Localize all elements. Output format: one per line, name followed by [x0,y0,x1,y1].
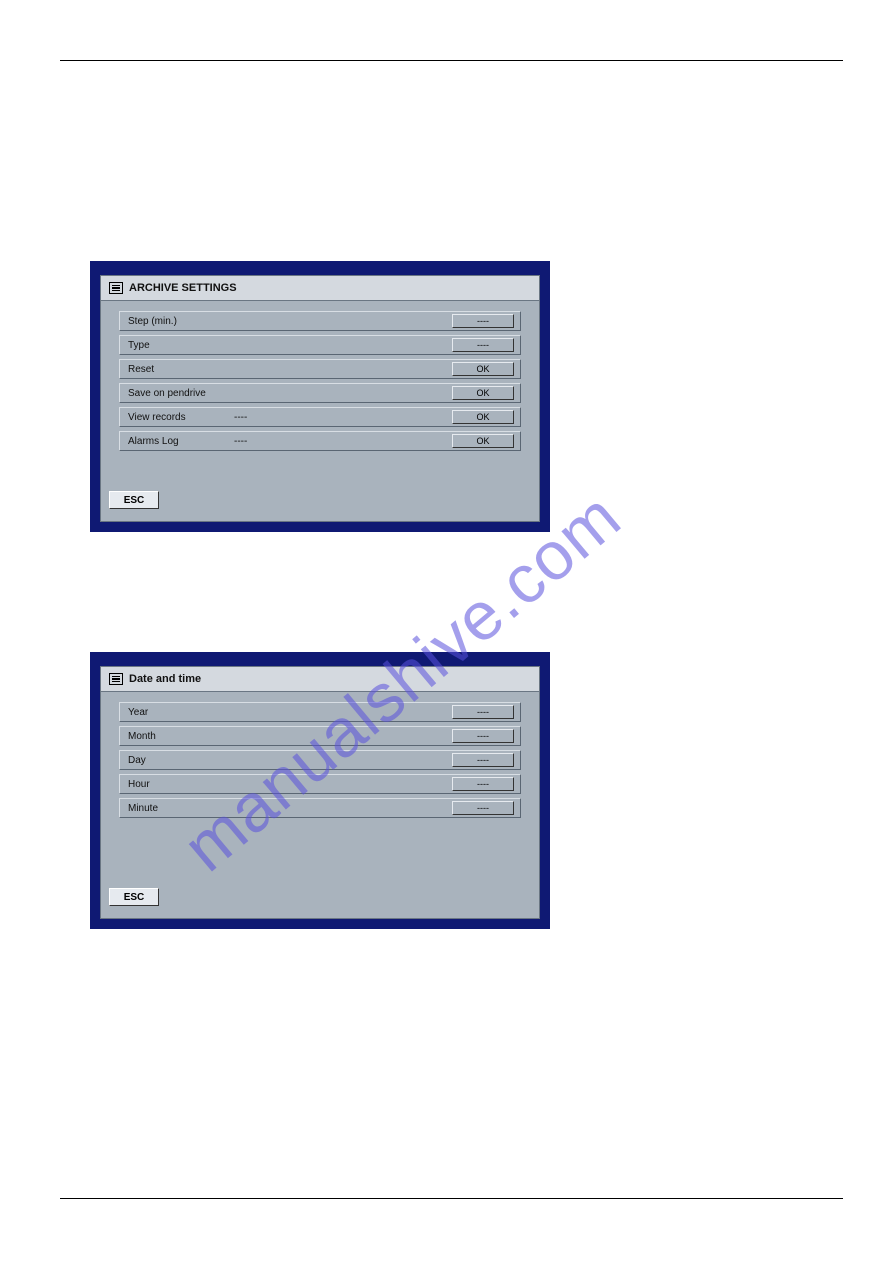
row-day: Day ---- [119,750,521,770]
row-label: Hour [128,779,228,790]
row-label: Step (min.) [128,316,228,327]
day-value-button[interactable]: ---- [452,753,514,767]
row-label: View records [128,412,228,423]
top-divider [60,60,843,61]
alarms-log-ok-button[interactable]: OK [452,434,514,448]
row-view-records: View records ---- OK [119,407,521,427]
document-page: manualshive.com ARCHIVE SETTINGS Step (m… [0,0,893,1263]
row-hour: Hour ---- [119,774,521,794]
row-label: Day [128,755,228,766]
esc-button[interactable]: ESC [109,888,159,906]
reset-ok-button[interactable]: OK [452,362,514,376]
row-label: Month [128,731,228,742]
row-type: Type ---- [119,335,521,355]
date-time-panel: Date and time Year ---- Month ---- Day -… [90,652,550,929]
archive-panel-title: ARCHIVE SETTINGS [129,282,237,294]
row-reset: Reset OK [119,359,521,379]
type-value-button[interactable]: ---- [452,338,514,352]
minute-value-button[interactable]: ---- [452,801,514,815]
row-step: Step (min.) ---- [119,311,521,331]
row-mid: ---- [228,436,452,447]
esc-button[interactable]: ESC [109,491,159,509]
date-time-panel-inner: Date and time Year ---- Month ---- Day -… [100,666,540,919]
row-month: Month ---- [119,726,521,746]
row-save-pendrive: Save on pendrive OK [119,383,521,403]
list-icon [109,282,123,294]
row-minute: Minute ---- [119,798,521,818]
year-value-button[interactable]: ---- [452,705,514,719]
list-icon [109,673,123,685]
row-label: Type [128,340,228,351]
archive-panel-header: ARCHIVE SETTINGS [101,276,539,301]
archive-panel-inner: ARCHIVE SETTINGS Step (min.) ---- Type -… [100,275,540,522]
row-label: Minute [128,803,228,814]
view-records-ok-button[interactable]: OK [452,410,514,424]
hour-value-button[interactable]: ---- [452,777,514,791]
row-label: Reset [128,364,228,375]
archive-rows: Step (min.) ---- Type ---- Reset OK Save… [101,301,539,461]
save-pendrive-ok-button[interactable]: OK [452,386,514,400]
row-mid: ---- [228,412,452,423]
archive-settings-panel: ARCHIVE SETTINGS Step (min.) ---- Type -… [90,261,550,532]
row-label: Alarms Log [128,436,228,447]
date-time-panel-title: Date and time [129,673,201,685]
bottom-divider [60,1198,843,1199]
row-year: Year ---- [119,702,521,722]
step-value-button[interactable]: ---- [452,314,514,328]
month-value-button[interactable]: ---- [452,729,514,743]
date-time-panel-header: Date and time [101,667,539,692]
row-alarms-log: Alarms Log ---- OK [119,431,521,451]
datetime-rows: Year ---- Month ---- Day ---- Hour [101,692,539,828]
row-label: Save on pendrive [128,388,228,399]
row-label: Year [128,707,228,718]
